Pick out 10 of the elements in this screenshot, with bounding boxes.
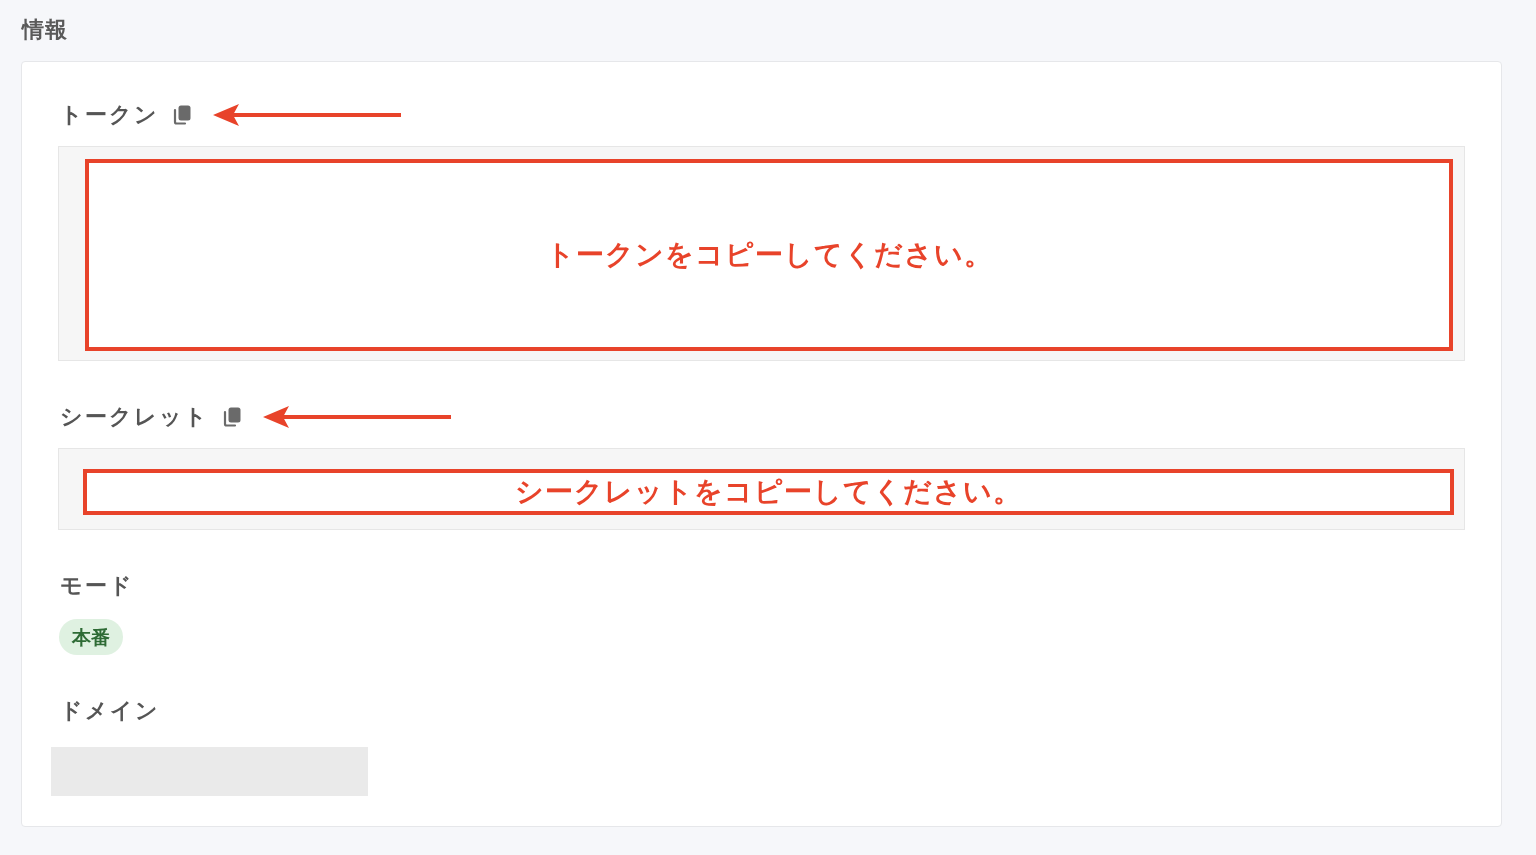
field-label: シークレット bbox=[60, 403, 209, 431]
mode-tag: 本番 bbox=[59, 619, 123, 655]
annotation-callout: トークンをコピーしてください。 bbox=[85, 159, 1453, 351]
field-label: モード bbox=[60, 572, 134, 600]
copy-icon[interactable] bbox=[173, 105, 191, 125]
field-label: ドメイン bbox=[60, 697, 160, 725]
annotation-callout: シークレットをコピーしてください。 bbox=[83, 469, 1454, 515]
section-title: 情報 bbox=[22, 16, 68, 44]
field-label: トークン bbox=[60, 101, 159, 129]
copy-icon[interactable] bbox=[223, 407, 241, 427]
